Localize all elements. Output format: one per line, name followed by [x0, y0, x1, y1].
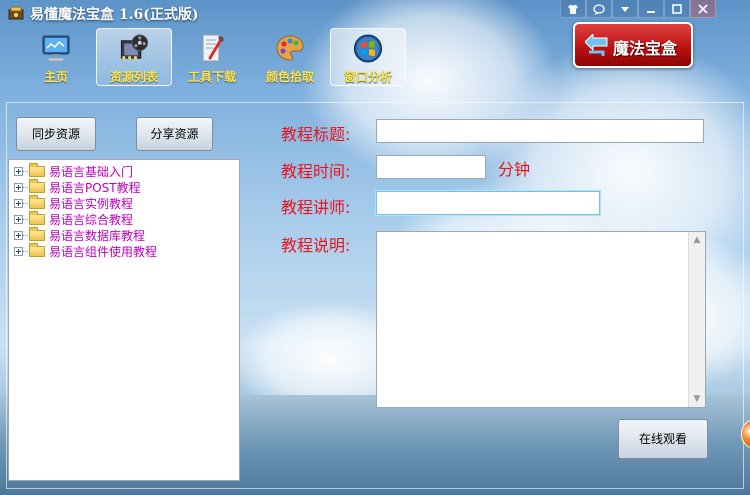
title-input[interactable]	[376, 119, 704, 143]
expand-icon[interactable]	[14, 198, 23, 208]
menu-icon[interactable]	[612, 0, 638, 18]
app-icon	[8, 6, 24, 20]
sync-resources-button[interactable]: 同步资源	[16, 117, 96, 151]
tree-item[interactable]: 易语言数据库教程	[9, 226, 239, 243]
folder-icon	[29, 210, 45, 225]
tree-item[interactable]: 易语言实例教程	[9, 194, 239, 211]
expand-icon[interactable]	[14, 230, 23, 240]
watch-online-button[interactable]: 在线观看	[618, 419, 708, 459]
windows-orb-icon	[353, 34, 383, 63]
description-textarea[interactable]: ▲ ▼	[376, 231, 706, 408]
brand-label: 魔法宝盒	[613, 39, 678, 58]
tree-connector	[23, 250, 28, 252]
tree-item[interactable]: 易语言POST教程	[9, 178, 239, 195]
film-reel-icon	[120, 34, 149, 60]
toolbar-label: 工具下载	[187, 70, 236, 84]
skin-icon[interactable]	[560, 0, 586, 18]
tree-connector	[23, 234, 28, 236]
toolbar-label: 资源列表	[109, 70, 158, 84]
tree-item-label: 易语言基础入门	[49, 164, 134, 179]
tree-item[interactable]: 易语言综合教程	[9, 210, 239, 227]
resource-tree[interactable]: 易语言基础入门 易语言POST教程 易语言实例教程 易语言综合教程 易语言数据库…	[8, 159, 240, 481]
title-label: 教程标题:	[281, 125, 351, 144]
feedback-icon[interactable]	[586, 0, 612, 18]
folder-icon	[29, 226, 45, 241]
toolbar-resource-list[interactable]: 资源列表	[96, 28, 172, 86]
toolbar-color-picker[interactable]: 颜色拾取	[252, 28, 328, 86]
main-toolbar: 主页 资源列表 工具下载 颜色拾取 窗口分析	[18, 28, 408, 86]
vertical-scrollbar[interactable]: ▲ ▼	[688, 232, 705, 407]
lecturer-input[interactable]	[376, 191, 600, 215]
folder-icon	[29, 242, 45, 257]
description-label: 教程说明:	[281, 236, 351, 255]
brand-logo[interactable]: 魔法宝盒	[573, 22, 693, 68]
expand-icon[interactable]	[14, 246, 23, 256]
scroll-up-icon[interactable]: ▲	[689, 232, 705, 248]
tree-item-label: 易语言实例教程	[49, 196, 134, 211]
toolbar-label: 颜色拾取	[265, 70, 314, 84]
time-unit-label: 分钟	[498, 160, 531, 179]
palette-icon	[276, 35, 304, 61]
tree-connector	[23, 186, 28, 188]
time-input[interactable]	[376, 155, 486, 179]
tree-item-label: 易语言POST教程	[49, 180, 141, 195]
scroll-down-icon[interactable]: ▼	[689, 391, 705, 407]
maximize-icon[interactable]	[664, 0, 690, 18]
folder-icon	[29, 162, 45, 177]
tree-item-label: 易语言综合教程	[49, 212, 134, 227]
tree-connector	[23, 202, 28, 204]
folder-icon	[29, 178, 45, 193]
tree-item[interactable]: 易语言组件使用教程	[9, 242, 239, 259]
close-icon[interactable]	[690, 0, 716, 18]
time-label: 教程时间:	[281, 162, 351, 181]
tree-connector	[23, 170, 28, 172]
monitor-icon	[42, 35, 70, 62]
toolbar-window-analysis[interactable]: 窗口分析	[330, 28, 406, 86]
tree-item-label: 易语言数据库教程	[49, 228, 146, 243]
lecturer-label: 教程讲师:	[281, 198, 351, 217]
minimize-icon[interactable]	[638, 0, 664, 18]
expand-icon[interactable]	[14, 166, 23, 176]
toolbar-label: 主页	[43, 70, 68, 84]
share-resources-button[interactable]: 分享资源	[136, 117, 213, 151]
window-title: 易懂魔法宝盒 1.6(正式版)	[30, 7, 199, 23]
expand-icon[interactable]	[14, 214, 23, 224]
arrow-icon	[585, 34, 608, 56]
tree-connector	[23, 218, 28, 220]
toolbar-tool-download[interactable]: 工具下载	[174, 28, 250, 86]
toolbar-home[interactable]: 主页	[18, 28, 94, 86]
tools-icon	[202, 34, 224, 62]
window-controls	[560, 0, 716, 18]
toolbar-label: 窗口分析	[343, 70, 392, 84]
tree-item-label: 易语言组件使用教程	[49, 244, 158, 259]
expand-icon[interactable]	[14, 182, 23, 192]
tree-item[interactable]: 易语言基础入门	[9, 162, 239, 179]
folder-icon	[29, 194, 45, 209]
